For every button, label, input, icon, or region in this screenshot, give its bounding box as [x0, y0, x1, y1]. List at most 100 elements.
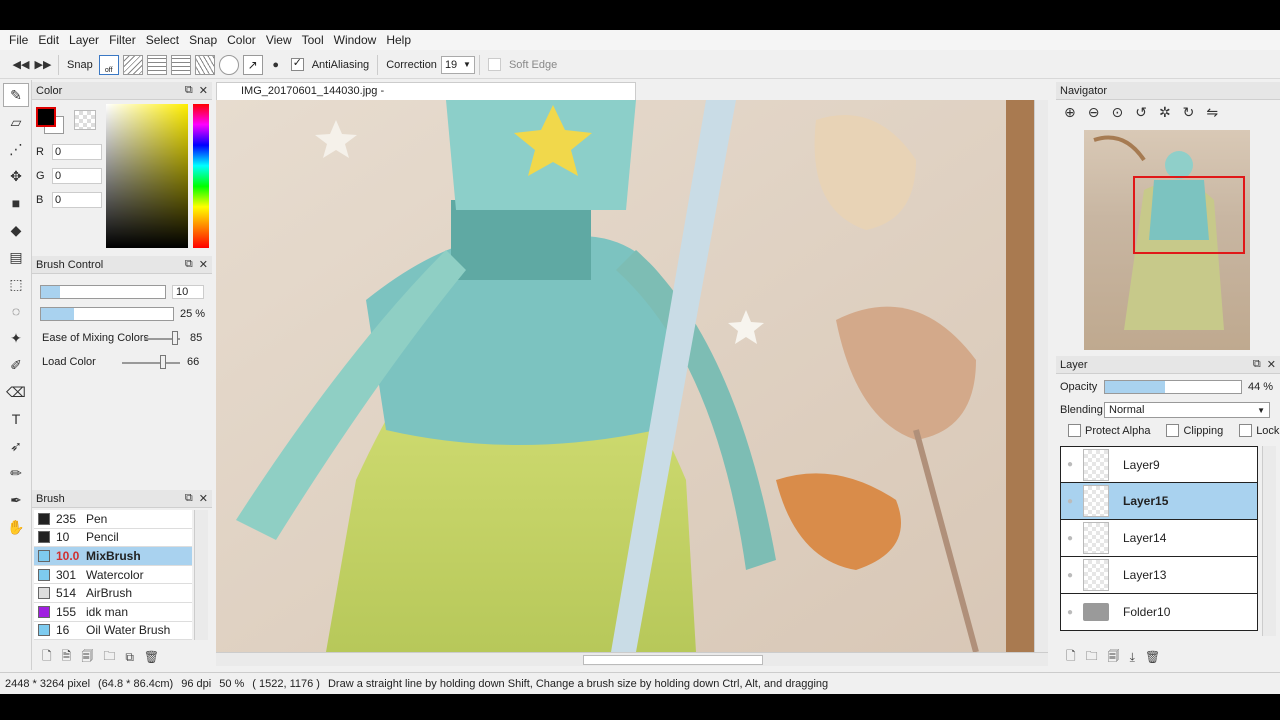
visibility-icon[interactable]: ● — [1061, 570, 1079, 581]
rewind-icon[interactable]: ◀◀ — [10, 54, 32, 76]
new-brush-variant-icon[interactable]: 🗎 — [62, 647, 72, 668]
brush-density-slider[interactable] — [40, 307, 174, 321]
snap-parallel-icon[interactable] — [122, 54, 143, 75]
opacity-slider[interactable] — [1104, 380, 1242, 394]
visibility-icon[interactable]: ● — [1061, 607, 1079, 618]
close-icon[interactable]: ✕ — [199, 84, 208, 97]
select-arrow-icon[interactable]: ➶ — [3, 434, 29, 458]
load-color-slider-thumb[interactable] — [160, 355, 167, 369]
menu-snap[interactable]: Snap — [184, 30, 222, 50]
close-icon[interactable]: ✕ — [199, 258, 208, 271]
hue-slider[interactable] — [193, 104, 209, 248]
brush-list-scrollbar[interactable] — [194, 510, 208, 640]
zoom-in-icon[interactable]: ⊕ — [1064, 104, 1076, 121]
drawing-canvas[interactable] — [216, 100, 1034, 652]
rotate-left-icon[interactable]: ↺ — [1135, 104, 1147, 121]
magic-wand-tool-icon[interactable]: ✦ — [3, 326, 29, 350]
layer-row[interactable]: ● Layer13 — [1060, 557, 1258, 594]
dot-icon[interactable]: ● — [265, 54, 287, 76]
folder-icon[interactable]: 🗀 — [103, 647, 115, 668]
pen-tool-icon[interactable]: ✎ — [3, 83, 29, 107]
selection-tool-icon[interactable]: ⬚ — [3, 272, 29, 296]
navigator-viewport-rect[interactable] — [1133, 176, 1245, 254]
nodes-tool-icon[interactable]: ⋰ — [3, 137, 29, 161]
menu-window[interactable]: Window — [329, 30, 382, 50]
brush-item[interactable]: 155 idk man — [34, 602, 192, 622]
eraser-tool-icon[interactable]: ▱ — [3, 110, 29, 134]
brush-item[interactable]: 16 Oil Water Brush — [34, 621, 192, 641]
g-input[interactable]: 0 — [52, 168, 102, 184]
menu-edit[interactable]: Edit — [33, 30, 64, 50]
brush-size-slider[interactable] — [40, 285, 166, 299]
layers-scrollbar[interactable] — [1262, 446, 1276, 636]
menu-file[interactable]: File — [4, 30, 33, 50]
menu-filter[interactable]: Filter — [104, 30, 141, 50]
canvas-tab[interactable]: IMG_20170601_144030.jpg - C:\Users\Eli\D… — [216, 82, 636, 114]
duplicate-icon[interactable]: ⧉ — [125, 650, 134, 665]
new-brush-icon[interactable]: 🗋 — [42, 647, 52, 668]
visibility-icon[interactable]: ● — [1061, 496, 1079, 507]
r-input[interactable]: 0 — [52, 144, 102, 160]
menu-select[interactable]: Select — [141, 30, 184, 50]
rotate-reset-icon[interactable]: ✲ — [1159, 104, 1171, 121]
zoom-reset-icon[interactable]: ⊙ — [1111, 104, 1123, 121]
eyedropper-tool-icon[interactable]: ✒ — [3, 488, 29, 512]
maximize-icon[interactable]: ⧉ — [185, 84, 193, 97]
snap-perspective-icon[interactable] — [194, 54, 215, 75]
protect-alpha-checkbox[interactable] — [1068, 424, 1081, 437]
layer-row[interactable]: ● Folder10 — [1060, 594, 1258, 631]
mixing-slider-thumb[interactable] — [171, 331, 178, 345]
hand-tool-icon[interactable]: ✋ — [3, 515, 29, 539]
menu-layer[interactable]: Layer — [64, 30, 104, 50]
snap-arrow-icon[interactable]: ↗ — [242, 54, 263, 75]
trash-icon[interactable]: 🗑 — [144, 650, 159, 664]
foreground-color-swatch[interactable] — [36, 107, 56, 127]
brush-item[interactable]: 514 AirBrush — [34, 584, 192, 603]
correction-select[interactable]: 19 ▼ — [440, 55, 475, 74]
navigator-thumbnail[interactable] — [1084, 130, 1250, 350]
brush-size-input[interactable]: 10 — [172, 285, 204, 299]
lock-checkbox[interactable] — [1239, 424, 1253, 437]
merge-down-icon[interactable]: ⤓ — [1130, 650, 1135, 665]
close-icon[interactable]: ✕ — [199, 492, 208, 505]
layer-row[interactable]: ● Layer14 — [1060, 520, 1258, 557]
rotate-right-icon[interactable]: ↻ — [1183, 104, 1195, 121]
delete-layer-icon[interactable]: 🗑 — [1145, 650, 1160, 664]
canvas-horizontal-scrollbar[interactable] — [216, 652, 1048, 666]
lasso-tool-icon[interactable]: ◌ — [3, 299, 29, 323]
forward-icon[interactable]: ▶▶ — [32, 54, 54, 76]
brush-item[interactable]: 10 Pencil — [34, 528, 192, 548]
menu-view[interactable]: View — [261, 30, 297, 50]
close-icon[interactable]: ✕ — [1267, 358, 1276, 371]
brush-tool-icon[interactable]: ✏ — [3, 461, 29, 485]
menu-color[interactable]: Color — [222, 30, 261, 50]
soft-edge-checkbox[interactable] — [487, 58, 501, 71]
text-tool-icon[interactable]: T — [3, 407, 29, 431]
b-input[interactable]: 0 — [52, 192, 102, 208]
layer-row[interactable]: ● Layer15 — [1060, 483, 1258, 520]
load-color-slider-track[interactable] — [122, 362, 180, 364]
maximize-icon[interactable]: ⧉ — [185, 258, 193, 271]
copy-layer-icon[interactable]: 🗐 — [1108, 647, 1120, 668]
brush-item[interactable]: 301 Watercolor — [34, 565, 192, 585]
snap-grid-icon[interactable] — [146, 54, 167, 75]
brush-item[interactable]: 10.0 MixBrush — [34, 547, 192, 566]
zoom-out-icon[interactable]: ⊖ — [1088, 104, 1100, 121]
menu-help[interactable]: Help — [381, 30, 416, 50]
copy-brush-icon[interactable]: 🗐 — [81, 647, 93, 668]
new-layer-icon[interactable]: 🗋 — [1066, 647, 1076, 668]
maximize-icon[interactable]: ⧉ — [1253, 358, 1261, 371]
selection-eraser-icon[interactable]: ⌫ — [3, 380, 29, 404]
snap-concentric-icon[interactable] — [218, 54, 239, 75]
transparent-swatch[interactable] — [74, 110, 96, 130]
gradient-tool-icon[interactable]: ▤ — [3, 245, 29, 269]
canvas-vertical-scrollbar[interactable] — [1034, 100, 1048, 652]
maximize-icon[interactable]: ⧉ — [185, 492, 193, 505]
antialiasing-checkbox[interactable] — [290, 56, 304, 71]
clipping-checkbox[interactable] — [1166, 424, 1180, 437]
bucket-tool-icon[interactable]: ◆ — [3, 218, 29, 242]
snap-horizontal-icon[interactable] — [170, 54, 191, 75]
menu-tool[interactable]: Tool — [297, 30, 329, 50]
saturation-value-picker[interactable] — [106, 104, 188, 248]
flip-icon[interactable]: ⇋ — [1206, 104, 1218, 121]
